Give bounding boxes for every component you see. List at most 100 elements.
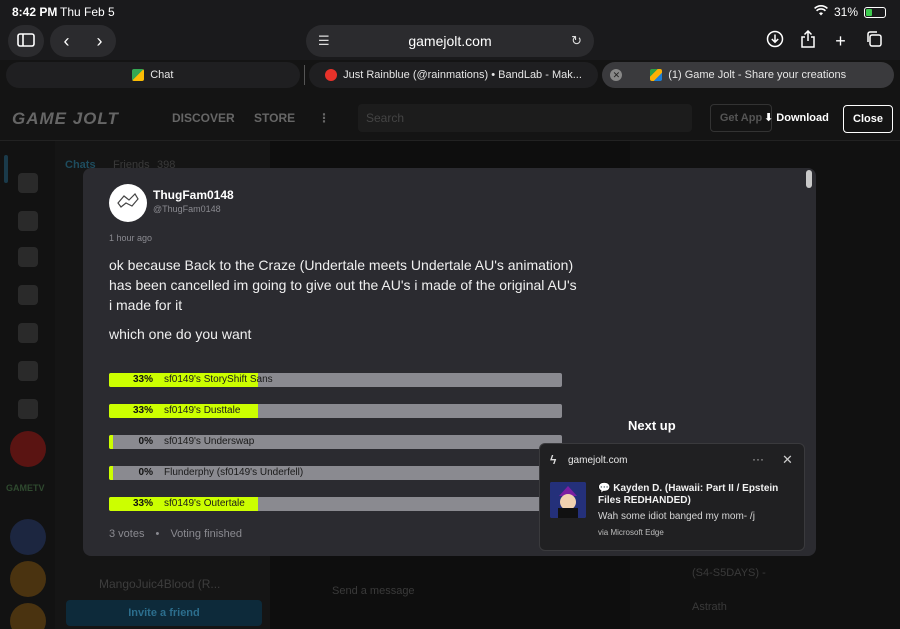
status-right: 31% — [814, 5, 886, 19]
notification-message: Wah some idiot banged my mom- /j — [598, 511, 755, 522]
gamejolt-icon: ϟ — [550, 453, 557, 467]
author-name[interactable]: ThugFam0148 — [153, 188, 234, 202]
invite-friend-button[interactable]: Invite a friend — [66, 600, 262, 626]
post-time: 1 hour ago — [109, 233, 153, 243]
battery-icon — [864, 6, 886, 18]
poll-option[interactable]: 0% Flunderphy (sf0149's Underfell) — [109, 466, 562, 480]
sidebar-button[interactable] — [8, 25, 44, 57]
tab-bandlab[interactable]: Just Rainblue (@rainmations) • BandLab -… — [308, 62, 599, 88]
more-options-icon[interactable]: ··· — [752, 452, 764, 466]
poll-option[interactable]: 33% sf0149's StoryShift Sans — [109, 373, 562, 387]
poll-option-label: Flunderphy (sf0149's Underfell) — [164, 467, 304, 478]
share-icon — [800, 29, 816, 53]
drive-icon — [650, 69, 663, 81]
toolbar-right: + — [758, 25, 890, 57]
poll-option-percent: 0% — [138, 436, 153, 447]
status-bar: 8:42 PM Thu Feb 5 31% — [0, 0, 900, 24]
share-button[interactable] — [791, 25, 824, 57]
nav-buttons: ‹ › — [50, 25, 116, 57]
tab-close-icon[interactable]: ✕ — [610, 69, 623, 81]
vote-count: 3 votes — [109, 528, 145, 540]
poll-option-percent: 33% — [132, 374, 153, 385]
sidebar-icon-5[interactable] — [18, 323, 38, 343]
author-avatar-icon — [115, 191, 141, 216]
notification[interactable]: ϟ gamejolt.com ··· ✕ 💬 Kayden D. (Hawaii… — [539, 443, 805, 551]
tab-label: (1) Game Jolt - Share your creations — [668, 69, 847, 81]
side-list-item[interactable]: (S4-S5DAYS) - — [692, 567, 766, 579]
notification-title-text: Kayden D. (Hawaii: Part II / Epstein Fil… — [598, 483, 779, 506]
notification-via: via Microsoft Edge — [598, 528, 664, 537]
poll-option-label: sf0149's Outertale — [164, 498, 245, 509]
scrollbar-thumb[interactable] — [806, 170, 812, 188]
gametv-logo[interactable]: GAMETV — [6, 483, 45, 493]
more-icon[interactable]: ⋮ — [318, 111, 330, 125]
sidebar-icon-4[interactable] — [18, 285, 38, 305]
close-icon[interactable]: ✕ — [782, 452, 793, 468]
sidebar-icon-3[interactable] — [18, 247, 38, 267]
get-app-button[interactable]: Get App — [710, 104, 772, 132]
poll-option-label: sf0149's StoryShift Sans — [164, 374, 273, 385]
poll-option-percent: 0% — [138, 467, 153, 478]
battery-percent: 31% — [833, 5, 858, 19]
tabs-icon — [865, 30, 883, 53]
address-bar[interactable]: ☰ gamejolt.com ↻ — [306, 25, 594, 57]
poll-meta: 3 votes • Voting finished — [109, 528, 242, 540]
community-avatar[interactable] — [10, 519, 46, 555]
community-avatar[interactable] — [10, 561, 46, 597]
poll-option-percent: 33% — [132, 498, 153, 509]
gamejolt-header: GAME JOLT DISCOVER STORE ⋮ Search Get Ap… — [0, 95, 900, 141]
new-tab-button[interactable]: + — [824, 25, 857, 57]
sidebar-icon-1[interactable] — [18, 173, 38, 193]
search-input[interactable]: Search — [358, 104, 692, 132]
download-arrow-icon: ⬇ — [764, 112, 777, 124]
back-button[interactable]: ‹ — [50, 31, 83, 52]
address-url: gamejolt.com — [408, 33, 492, 49]
close-button[interactable]: Close — [843, 105, 893, 133]
notification-source: gamejolt.com — [568, 455, 628, 466]
next-up-heading: Next up — [628, 418, 676, 433]
notification-title: 💬 Kayden D. (Hawaii: Part II / Epstein F… — [598, 483, 798, 507]
downloads-button[interactable] — [758, 25, 791, 57]
download-button[interactable]: ⬇ Download — [764, 111, 829, 124]
nav-discover[interactable]: DISCOVER — [172, 111, 235, 125]
poll-option-label: sf0149's Underswap — [164, 436, 255, 447]
side-list-item[interactable]: Astrath — [692, 601, 727, 613]
post-question: which one do you want — [109, 326, 252, 342]
sidebar-icon-6[interactable] — [18, 361, 38, 381]
tab-label: Chat — [150, 69, 174, 81]
sidebar-icon-7[interactable] — [18, 399, 38, 419]
download-circle-icon — [766, 30, 784, 53]
post-body: ok because Back to the Craze (Undertale … — [109, 257, 577, 313]
chat-bubble-icon: 💬 — [598, 483, 614, 494]
status-date: Thu Feb 5 — [60, 5, 115, 19]
gamejolt-logo[interactable]: GAME JOLT — [12, 109, 119, 129]
tab-overview-button[interactable] — [857, 25, 890, 57]
bandlab-icon — [325, 69, 338, 81]
poll-option[interactable]: 33% sf0149's Outertale — [109, 497, 562, 511]
tab-label: Just Rainblue (@rainmations) • BandLab -… — [343, 69, 582, 81]
download-label: Download — [776, 112, 829, 124]
browser-toolbar: ‹ › ☰ gamejolt.com ↻ + — [0, 24, 900, 60]
tab-gamejolt[interactable]: ✕ (1) Game Jolt - Share your creations — [602, 62, 895, 88]
gamejolt-sidebar: GAMETV — [0, 141, 55, 629]
avatar[interactable] — [109, 184, 147, 222]
forward-button[interactable]: › — [83, 31, 116, 52]
chat-item-name[interactable]: MangoJuic4Blood (R... — [99, 577, 220, 591]
community-avatar[interactable] — [10, 431, 46, 467]
chevron-left-icon: ‹ — [63, 30, 70, 51]
community-avatar[interactable] — [10, 603, 46, 629]
poll-option[interactable]: 0% sf0149's Underswap — [109, 435, 562, 449]
reload-icon[interactable]: ↻ — [571, 33, 582, 49]
nav-store[interactable]: STORE — [254, 111, 295, 125]
author-handle[interactable]: @ThugFam0148 — [153, 204, 221, 214]
scrollbar[interactable] — [806, 170, 812, 554]
plus-icon: + — [835, 30, 846, 51]
tab-bar: Chat Just Rainblue (@rainmations) • Band… — [6, 62, 895, 90]
sidebar-icon — [17, 31, 35, 52]
send-message-input[interactable]: Send a message — [332, 585, 415, 597]
poll-option[interactable]: 33% sf0149's Dusttale — [109, 404, 562, 418]
tab-chat[interactable]: Chat — [6, 62, 300, 88]
poll-option-label: sf0149's Dusttale — [164, 405, 241, 416]
poll-option-percent: 33% — [132, 405, 153, 416]
store-icon[interactable] — [18, 211, 38, 231]
